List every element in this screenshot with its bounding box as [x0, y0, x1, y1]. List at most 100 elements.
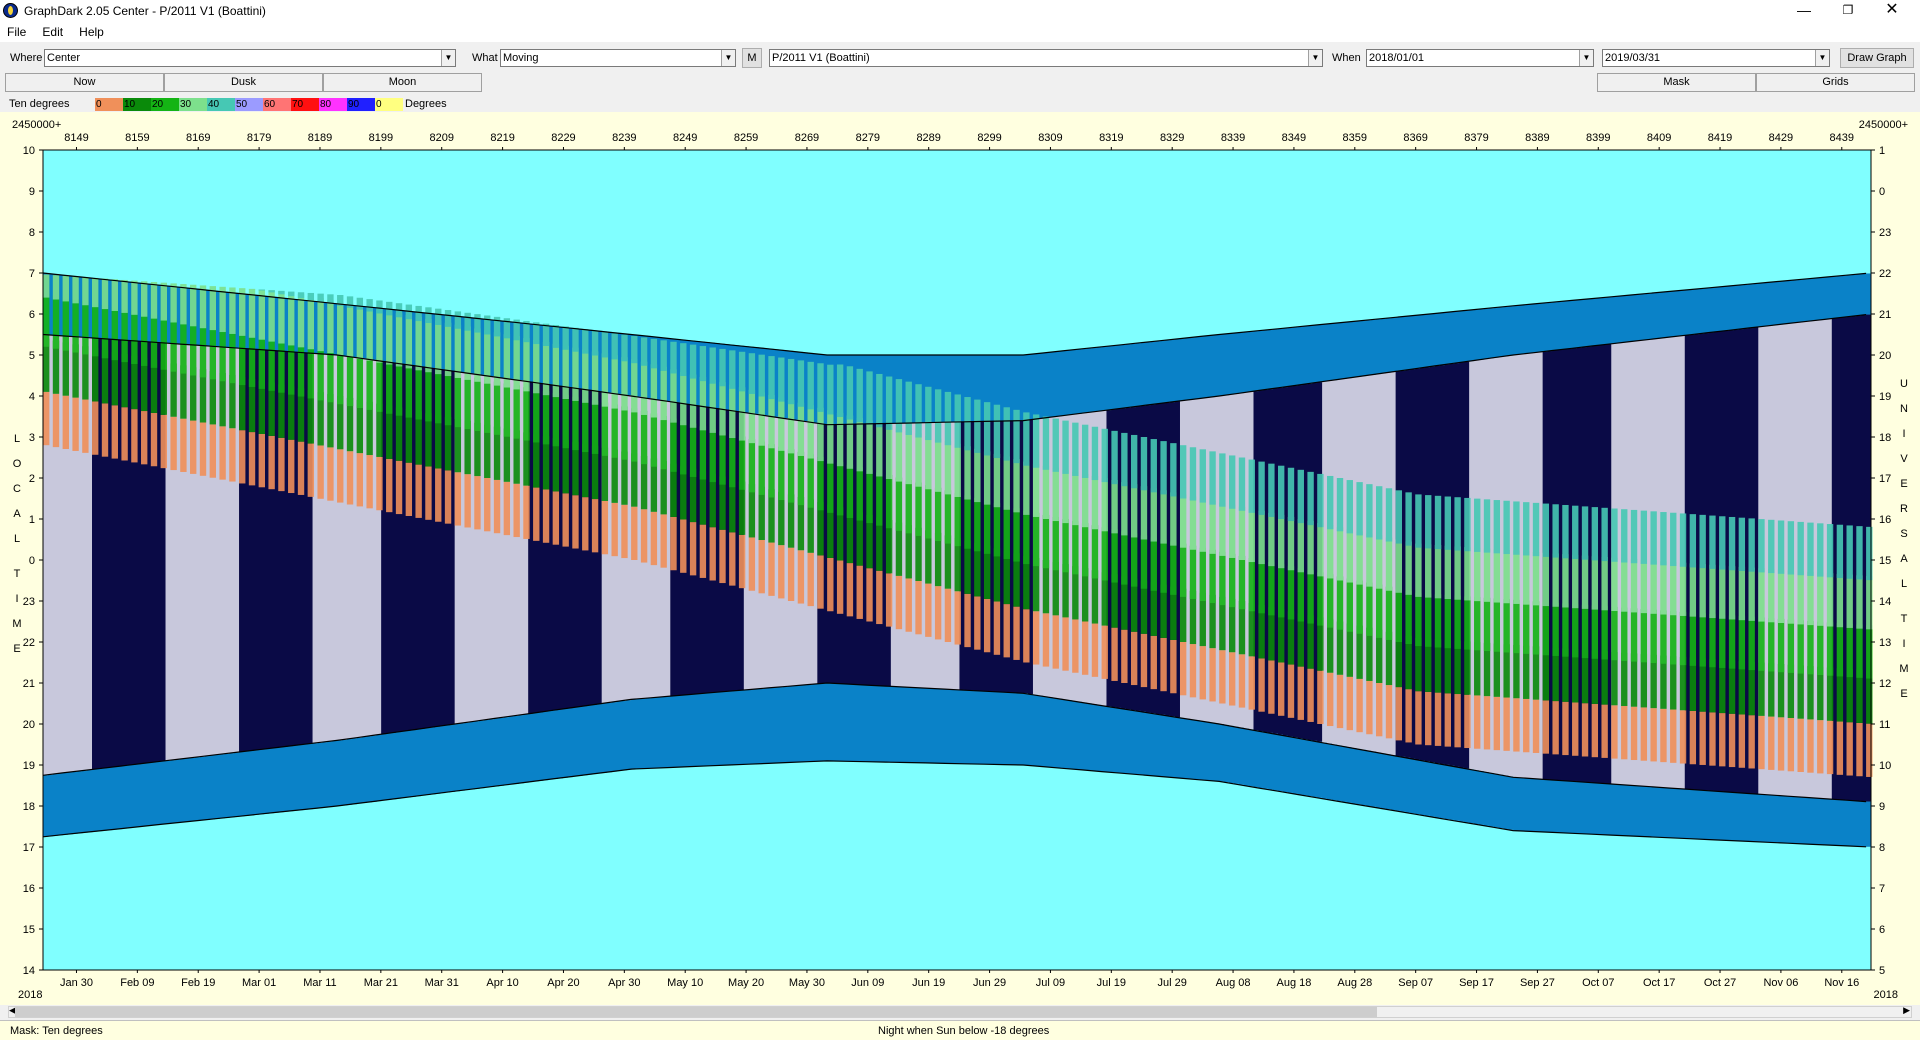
altitude-band [1219, 453, 1226, 507]
altitude-band [885, 573, 893, 627]
twilight-column [239, 752, 245, 817]
altitude-band [1317, 523, 1324, 577]
scrollbar-thumb[interactable] [15, 1007, 1377, 1017]
altitude-band [1160, 637, 1167, 692]
altitude-band [454, 324, 462, 378]
altitude-band [836, 412, 844, 467]
menu-edit[interactable]: Edit [35, 22, 69, 39]
twilight-column [1429, 762, 1436, 817]
jd-tick-label: 8209 [429, 132, 453, 144]
ut-tick-label: 14 [1879, 596, 1891, 608]
altitude-band [1032, 512, 1040, 567]
chevron-down-icon[interactable]: ▼ [1308, 50, 1322, 66]
tab-mask[interactable]: Mask [1597, 73, 1756, 92]
horizontal-scrollbar[interactable]: ◀ ▶ [8, 1005, 1912, 1018]
altitude-band [523, 387, 530, 441]
altitude-band [1307, 521, 1314, 575]
twilight-column [1567, 781, 1573, 834]
legend-swatch: 50 [235, 98, 263, 111]
close-icon[interactable]: ✕ [1870, 0, 1914, 22]
altitude-band [376, 309, 383, 363]
altitude-band [1101, 478, 1108, 532]
where-select[interactable]: Center ▼ [44, 49, 456, 67]
chevron-down-icon[interactable]: ▼ [721, 50, 735, 66]
altitude-band [43, 391, 50, 446]
twilight-column [1160, 340, 1166, 404]
altitude-band [915, 384, 922, 438]
altitude-band [1562, 603, 1569, 657]
altitude-band [944, 588, 952, 642]
ut-tick-label: 17 [1879, 473, 1891, 485]
altitude-band [768, 394, 775, 449]
twilight-column [1400, 316, 1406, 371]
twilight-column [606, 702, 612, 773]
twilight-column [1606, 783, 1612, 835]
jd-tick-label: 8199 [369, 132, 393, 144]
altitude-band [72, 299, 79, 353]
twilight-column [1057, 351, 1063, 417]
twilight-column [626, 700, 632, 770]
altitude-band [376, 300, 383, 314]
twilight-column [1625, 295, 1632, 343]
object-select[interactable]: P/2011 V1 (Boattini) ▼ [769, 49, 1323, 67]
altitude-band [591, 499, 599, 553]
twilight-column [1709, 287, 1715, 333]
jd-tick-label: 8259 [734, 132, 758, 144]
twilight-column [1478, 771, 1485, 825]
twilight-column [523, 714, 529, 783]
altitude-band [993, 404, 1001, 459]
twilight-column [1052, 697, 1058, 768]
altitude-band [1140, 437, 1148, 491]
menu-help[interactable]: Help [72, 22, 110, 39]
chevron-down-icon[interactable]: ▼ [1815, 50, 1829, 66]
altitude-band [1336, 478, 1344, 532]
twilight-column [1841, 799, 1847, 846]
tab-moon[interactable]: Moon [323, 73, 482, 92]
chevron-down-icon[interactable]: ▼ [1579, 50, 1593, 66]
altitude-band [1572, 554, 1579, 609]
altitude-band [1307, 570, 1314, 624]
altitude-band [660, 415, 667, 470]
draw-graph-button[interactable]: Draw Graph [1840, 48, 1914, 68]
tab-dusk[interactable]: Dusk [164, 73, 323, 92]
altitude-band [601, 500, 609, 555]
altitude-band [1091, 623, 1099, 677]
altitude-band [1415, 543, 1422, 597]
scroll-right-icon[interactable]: ▶ [1903, 1005, 1910, 1016]
chevron-down-icon[interactable]: ▼ [441, 50, 455, 66]
menu-file[interactable]: File [0, 22, 32, 39]
jd-tick-label: 8239 [612, 132, 636, 144]
altitude-band [268, 435, 275, 490]
altitude-band [1601, 606, 1608, 660]
altitude-band [219, 286, 226, 333]
date-tick-label: Apr 20 [547, 977, 579, 989]
minimize-icon[interactable]: — [1782, 0, 1826, 22]
twilight-column [714, 692, 720, 766]
twilight-column [1224, 724, 1230, 783]
end-date-select[interactable]: 2019/03/31 ▼ [1602, 49, 1830, 67]
start-date-select[interactable]: 2018/01/01 ▼ [1366, 49, 1594, 67]
altitude-band [288, 341, 295, 395]
twilight-column [591, 704, 598, 775]
twilight-column [1679, 788, 1686, 839]
what-select[interactable]: Moving ▼ [500, 49, 736, 67]
twilight-column [1219, 724, 1225, 782]
tab-now[interactable]: Now [5, 73, 164, 92]
altitude-band [582, 497, 589, 551]
twilight-column [356, 737, 363, 804]
altitude-band [846, 415, 854, 469]
m-button[interactable]: M [742, 48, 762, 68]
altitude-band [1297, 469, 1304, 524]
twilight-column [1327, 323, 1333, 381]
altitude-band [1817, 621, 1824, 676]
twilight-column [1699, 288, 1705, 334]
altitude-band [62, 395, 69, 450]
altitude-band [1679, 513, 1687, 567]
altitude-band [680, 371, 687, 426]
altitude-band [1503, 500, 1510, 555]
altitude-band [1523, 551, 1530, 605]
date-tick-label: Nov 06 [1763, 977, 1798, 989]
restore-icon[interactable]: ❐ [1826, 0, 1870, 22]
ut-tick-label: 18 [1879, 432, 1891, 444]
tab-grids[interactable]: Grids [1756, 73, 1915, 92]
